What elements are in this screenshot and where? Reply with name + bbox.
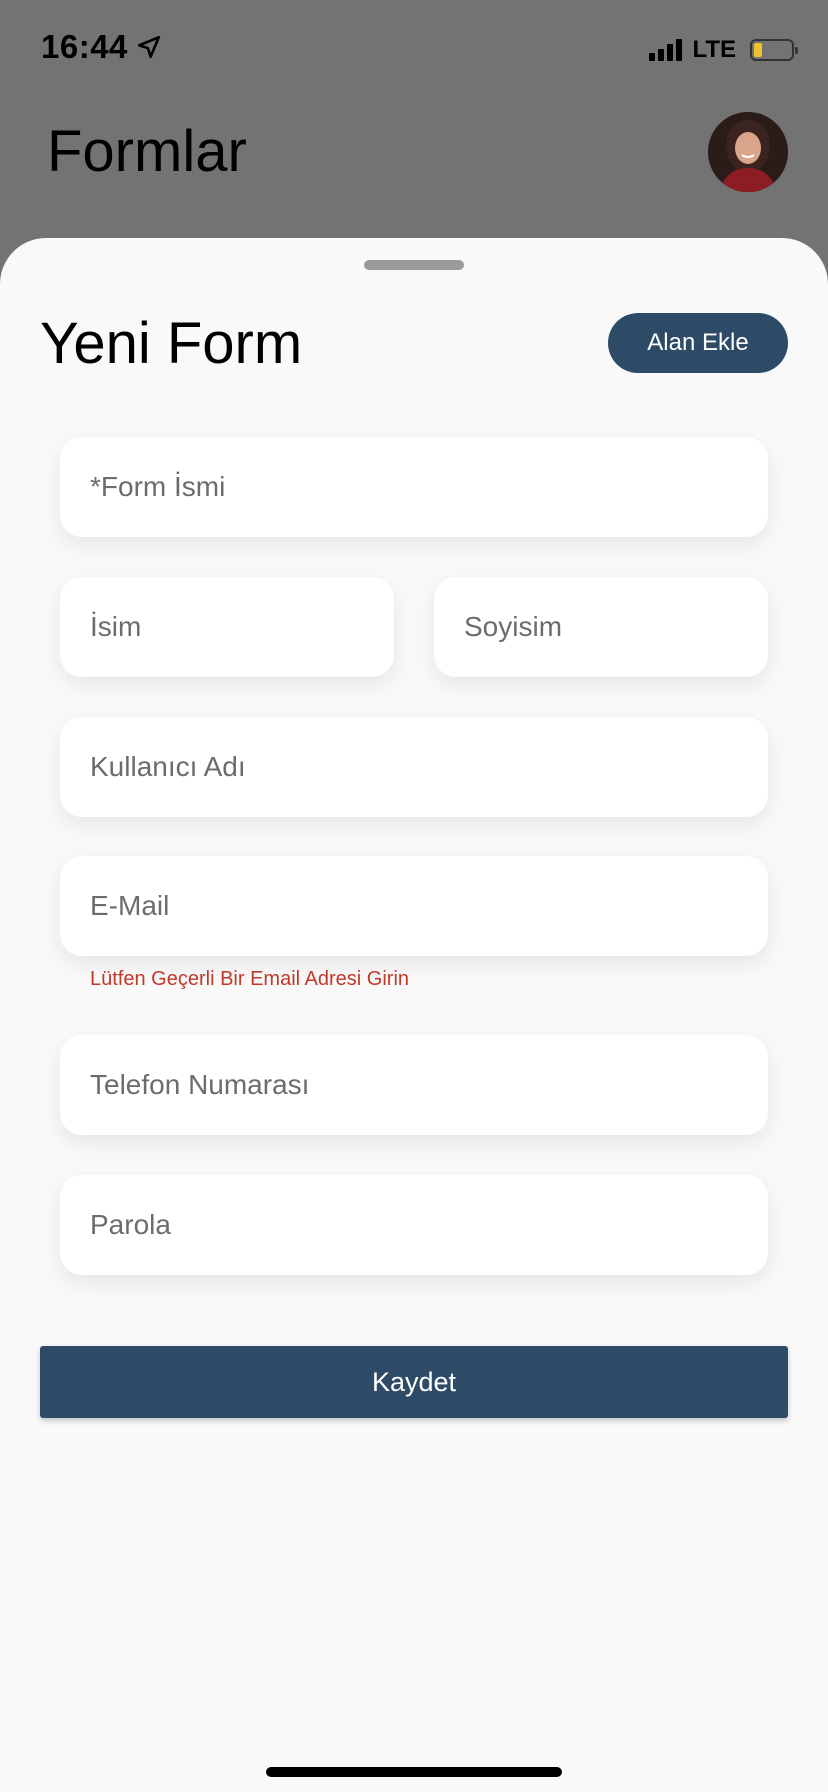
cellular-signal-icon — [649, 39, 683, 61]
email-input[interactable] — [60, 856, 768, 956]
location-arrow-icon — [137, 35, 160, 59]
new-form-sheet: Yeni Form Alan Ekle Lütfen Geçerli Bir E… — [0, 238, 828, 1792]
first-name-input[interactable] — [60, 577, 394, 677]
username-input[interactable] — [60, 717, 768, 817]
avatar[interactable] — [708, 112, 788, 192]
save-button[interactable]: Kaydet — [40, 1346, 788, 1418]
phone-field-container — [60, 1035, 768, 1135]
battery-level — [754, 43, 762, 57]
status-time-group: 16:44 — [41, 28, 162, 66]
battery-icon — [750, 39, 798, 61]
status-indicators: LTE — [649, 36, 798, 64]
form-name-field-container — [60, 437, 768, 537]
form-name-input[interactable] — [60, 437, 768, 537]
status-bar: 16:44 LTE — [0, 0, 828, 100]
sheet-title: Yeni Form — [40, 311, 303, 376]
add-field-button[interactable]: Alan Ekle — [608, 313, 788, 373]
avatar-image — [708, 112, 788, 192]
last-name-input[interactable] — [434, 577, 768, 677]
password-input[interactable] — [60, 1175, 768, 1275]
password-field-container — [60, 1175, 768, 1275]
username-field-container — [60, 717, 768, 817]
last-name-field-container — [434, 577, 768, 677]
first-name-field-container — [60, 577, 394, 677]
status-time: 16:44 — [41, 28, 128, 65]
page-title: Formlar — [47, 119, 247, 184]
email-field-container — [60, 856, 768, 956]
home-indicator[interactable] — [266, 1767, 562, 1777]
sheet-grabber[interactable] — [364, 260, 464, 270]
email-error-message: Lütfen Geçerli Bir Email Adresi Girin — [90, 968, 410, 990]
phone-input[interactable] — [60, 1035, 768, 1135]
network-type: LTE — [692, 36, 736, 63]
